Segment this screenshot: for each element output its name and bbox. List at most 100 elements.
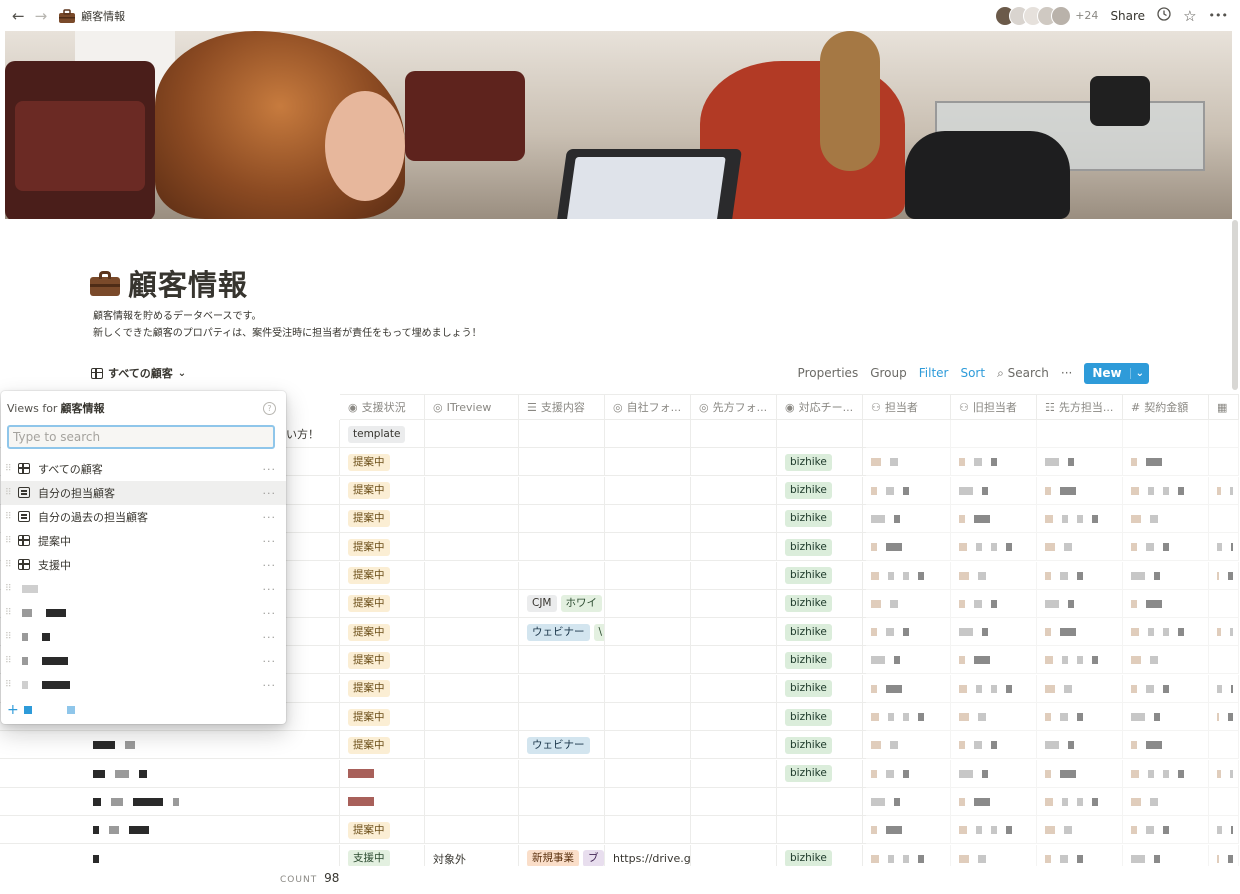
- redacted-cell[interactable]: [1037, 731, 1123, 760]
- redacted-cell[interactable]: [951, 787, 1037, 816]
- drag-handle-icon[interactable]: ⠿: [5, 632, 13, 642]
- itreview-cell[interactable]: [425, 618, 519, 647]
- status-cell[interactable]: 提案中: [340, 674, 425, 703]
- redacted-cell[interactable]: [1037, 420, 1123, 448]
- page-title[interactable]: 顧客情報: [128, 262, 248, 304]
- support-content-cell[interactable]: [519, 759, 605, 788]
- team-cell[interactable]: bizhike: [777, 844, 863, 866]
- team-cell[interactable]: bizhike: [777, 674, 863, 703]
- briefcase-icon[interactable]: [90, 270, 120, 296]
- drag-handle-icon[interactable]: ⠿: [5, 464, 13, 474]
- own-folder-cell[interactable]: [605, 787, 691, 816]
- view-item[interactable]: ⠿ ···: [1, 649, 286, 673]
- support-content-cell[interactable]: CJM ホワイ: [519, 589, 605, 618]
- name-cell[interactable]: [0, 816, 340, 845]
- breadcrumb[interactable]: 顧客情報: [81, 8, 125, 24]
- own-folder-cell[interactable]: [605, 533, 691, 562]
- redacted-cell[interactable]: [863, 816, 951, 845]
- redacted-cell[interactable]: [951, 816, 1037, 845]
- own-folder-cell[interactable]: [605, 420, 691, 448]
- table-row[interactable]: 提案中: [0, 816, 1239, 845]
- more-icon[interactable]: ···: [263, 583, 277, 596]
- redacted-cell[interactable]: [863, 476, 951, 505]
- itreview-cell[interactable]: [425, 787, 519, 816]
- column-header[interactable]: ◉ 支援状況: [340, 394, 425, 420]
- redacted-cell[interactable]: [1209, 589, 1239, 618]
- itreview-cell[interactable]: [425, 420, 519, 448]
- redacted-cell[interactable]: [1123, 731, 1209, 760]
- client-folder-cell[interactable]: [691, 504, 777, 533]
- support-content-cell[interactable]: ウェビナー \: [519, 618, 605, 647]
- table-row[interactable]: 提案中 ウェビナー bizhike: [0, 731, 1239, 760]
- view-item[interactable]: ⠿ ···: [1, 625, 286, 649]
- status-cell[interactable]: 提案中: [340, 533, 425, 562]
- redacted-cell[interactable]: [863, 533, 951, 562]
- redacted-cell[interactable]: [863, 448, 951, 477]
- support-content-cell[interactable]: [519, 448, 605, 477]
- view-item[interactable]: ⠿ ···: [1, 601, 286, 625]
- client-folder-cell[interactable]: [691, 448, 777, 477]
- redacted-cell[interactable]: [1037, 448, 1123, 477]
- more-icon[interactable]: ···: [263, 535, 277, 548]
- client-folder-cell[interactable]: [691, 674, 777, 703]
- view-item[interactable]: ⠿ ···: [1, 577, 286, 601]
- support-content-cell[interactable]: [519, 504, 605, 533]
- more-icon[interactable]: ···: [263, 463, 277, 476]
- search-button[interactable]: ⌕ Search: [997, 366, 1049, 381]
- new-label[interactable]: New: [1084, 366, 1129, 380]
- column-header[interactable]: ◎ 自社フォ...: [605, 394, 691, 420]
- redacted-cell[interactable]: [863, 618, 951, 647]
- more-icon[interactable]: ···: [263, 679, 277, 692]
- redacted-cell[interactable]: [1037, 589, 1123, 618]
- drag-handle-icon[interactable]: ⠿: [5, 656, 13, 666]
- client-folder-cell[interactable]: [691, 589, 777, 618]
- team-cell[interactable]: bizhike: [777, 618, 863, 647]
- page-description[interactable]: 顧客情報を貯めるデータベースです。 新しくできた顧客のプロパティは、案件受注時に…: [93, 308, 482, 342]
- table-row[interactable]: bizhike: [0, 759, 1239, 788]
- more-icon[interactable]: ···: [263, 607, 277, 620]
- redacted-cell[interactable]: [1209, 731, 1239, 760]
- redacted-cell[interactable]: [1123, 816, 1209, 845]
- support-content-cell[interactable]: [519, 476, 605, 505]
- team-cell[interactable]: [777, 816, 863, 845]
- team-cell[interactable]: bizhike: [777, 703, 863, 731]
- itreview-cell[interactable]: [425, 731, 519, 760]
- column-header[interactable]: ☰ 支援内容: [519, 394, 605, 420]
- drag-handle-icon[interactable]: ⠿: [5, 560, 13, 570]
- own-folder-cell[interactable]: [605, 448, 691, 477]
- name-cell[interactable]: [0, 759, 340, 788]
- column-header[interactable]: ◎ 先方フォ...: [691, 394, 777, 420]
- view-item[interactable]: ⠿ 自分の過去の担当顧客 ···: [1, 505, 286, 529]
- team-cell[interactable]: bizhike: [777, 561, 863, 590]
- redacted-cell[interactable]: [1123, 589, 1209, 618]
- status-cell[interactable]: 提案中: [340, 703, 425, 731]
- status-cell[interactable]: 支援中: [340, 844, 425, 866]
- properties-button[interactable]: Properties: [798, 366, 859, 380]
- redacted-cell[interactable]: [1209, 787, 1239, 816]
- support-content-cell[interactable]: [519, 646, 605, 675]
- redacted-cell[interactable]: [1209, 844, 1239, 866]
- redacted-cell[interactable]: [951, 844, 1037, 866]
- support-content-cell[interactable]: ウェビナー: [519, 731, 605, 760]
- client-folder-cell[interactable]: [691, 646, 777, 675]
- back-arrow-icon[interactable]: ←: [12, 7, 25, 25]
- redacted-cell[interactable]: [951, 420, 1037, 448]
- team-cell[interactable]: bizhike: [777, 504, 863, 533]
- column-header[interactable]: ⚇ 担当者: [863, 394, 951, 420]
- status-cell[interactable]: 提案中: [340, 731, 425, 760]
- client-folder-cell[interactable]: [691, 533, 777, 562]
- name-cell[interactable]: [0, 844, 340, 866]
- own-folder-cell[interactable]: [605, 646, 691, 675]
- redacted-cell[interactable]: [1123, 844, 1209, 866]
- team-cell[interactable]: bizhike: [777, 476, 863, 505]
- redacted-cell[interactable]: [1209, 703, 1239, 731]
- redacted-cell[interactable]: [1123, 674, 1209, 703]
- itreview-cell[interactable]: 対象外: [425, 844, 519, 866]
- redacted-cell[interactable]: [1037, 504, 1123, 533]
- redacted-cell[interactable]: [863, 504, 951, 533]
- own-folder-cell[interactable]: [605, 759, 691, 788]
- more-icon[interactable]: •••: [1209, 9, 1228, 22]
- own-folder-cell[interactable]: [605, 674, 691, 703]
- own-folder-cell[interactable]: [605, 731, 691, 760]
- own-folder-cell[interactable]: [605, 561, 691, 590]
